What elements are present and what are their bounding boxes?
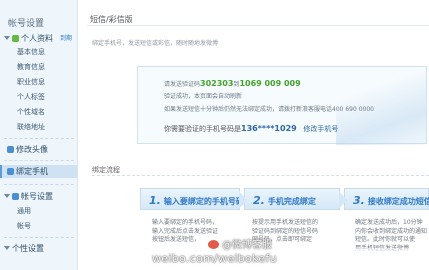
step-3-desc-line: 短信。此时你就可以使: [355, 236, 416, 243]
sidebar-section-personal[interactable]: 个人资料 到期: [2, 33, 76, 45]
step-arrow-icon: [239, 191, 247, 209]
sidebar-item-bind-phone-label: 绑定手机: [16, 167, 48, 176]
watermark-handle: @微博客服: [208, 236, 272, 251]
step-3: 3. 接收绑定成功短信: [344, 188, 429, 210]
sidebar-item-avatar[interactable]: 修改头像: [2, 144, 76, 156]
page-description: 绑定手机号，发送短信或彩信，随时随地发微博: [92, 40, 219, 47]
auto-refresh-note: 验证成功，本页面会自动刷新: [164, 93, 243, 100]
sidebar-item-education[interactable]: 教育信息: [17, 62, 45, 72]
verification-instruction: 请发送验证码302303到1069 009 009: [164, 79, 301, 88]
step-1-text: 输入要绑定的手机号码: [163, 197, 244, 206]
step-1-label: 1. 输入要绑定的手机号码: [149, 194, 244, 207]
sidebar-section-personalize[interactable]: 个性设置: [2, 243, 76, 255]
sidebar-item-domain[interactable]: 个性域名: [17, 107, 45, 117]
help-note: 如果发送短信十分钟后仍然无法绑定成功，请拨打新浪客服电话400 690 0000: [164, 106, 374, 113]
step-3-number: 3.: [353, 194, 365, 207]
step-3-text: 接收绑定成功短信: [367, 197, 429, 206]
phone-number: 136****1029: [241, 124, 297, 133]
sidebar-section-personal-label: 个人资料: [21, 34, 53, 43]
sidebar-divider: [4, 160, 74, 161]
sidebar-item-tags[interactable]: 个人标签: [17, 92, 45, 102]
process-divider: [92, 175, 429, 176]
watermark-url: weibo.com/weibokefu: [152, 252, 277, 265]
weibo-logo-icon: [208, 240, 219, 249]
phone-prefix: 你需要验证的手机号码是: [164, 125, 241, 133]
tab-bar: 短信/彩信版: [87, 12, 429, 26]
step-3-desc-line: 确定发送成功后，10分钟: [355, 219, 423, 226]
phone-verify-line: 你需要验证的手机号码是136****1029 修改手机号: [164, 124, 338, 134]
step-1-number: 1.: [149, 194, 161, 207]
sidebar-divider: [4, 184, 74, 185]
sidebar-item-bind-phone[interactable]: 绑定手机: [2, 166, 76, 178]
step-arrow-icon: [339, 191, 347, 209]
process-steps: 1. 输入要绑定的手机号码 2. 手机完成绑定 3. 接收绑定成功短信: [140, 188, 429, 210]
step-3-label: 3. 接收绑定成功短信: [353, 194, 429, 207]
step-2-text: 手机完成绑定: [267, 197, 316, 206]
sidebar-title: 帐号设置: [8, 19, 45, 29]
sidebar-divider: [4, 237, 74, 238]
status-badge: 到期: [59, 35, 72, 42]
sidebar-item-career[interactable]: 职业信息: [17, 77, 45, 87]
sidebar-item-basic-info[interactable]: 基本信息: [17, 47, 45, 57]
step-2-desc-line: 验证码到绑定的短信号码: [252, 227, 319, 235]
sidebar-item-address[interactable]: 联络地址: [17, 122, 45, 132]
settings-sidebar: 帐号设置 个人资料 到期 基本信息 教育信息 职业信息 个人标签 个性域名 联络…: [0, 0, 78, 270]
sidebar-section-personalize-label: 个性设置: [12, 244, 44, 253]
sidebar-item-general[interactable]: 通用: [17, 206, 31, 216]
collapse-arrow-icon: [4, 194, 10, 198]
step-1: 1. 输入要绑定的手机号码: [140, 188, 247, 210]
step-2: 2. 手机完成绑定: [244, 188, 347, 210]
sidebar-section-account[interactable]: 帐号设置: [2, 191, 76, 203]
step-2-desc-line: 按提示用手机发送短信的: [252, 219, 319, 226]
profile-icon: [12, 35, 19, 42]
step-1-desc-line: 输入完成后点击发送验证: [152, 227, 219, 235]
step-2-number: 2.: [253, 194, 265, 207]
tab-sms-mms[interactable]: 短信/彩信版: [90, 14, 133, 25]
sidebar-section-account-label: 帐号设置: [21, 192, 53, 201]
sms-number: 1069 009 009: [239, 79, 301, 88]
step-1-desc-line: 输入要绑定的手机号码，: [152, 219, 219, 226]
sidebar-divider: [4, 138, 74, 139]
watermark-handle-text: @微博客服: [222, 240, 272, 251]
verification-code: 302303: [200, 79, 234, 88]
step-3-desc-line: 内你会收到绑定成功的通知: [355, 227, 428, 235]
instruction-prefix: 请发送验证码: [164, 81, 201, 88]
verification-box: 请发送验证码302303到1069 009 009 验证成功，本页面会自动刷新 …: [137, 66, 427, 145]
sidebar-item-account[interactable]: 帐号: [17, 221, 31, 231]
collapse-arrow-icon: [4, 36, 10, 40]
modify-phone-link[interactable]: 修改手机号: [303, 125, 338, 133]
step-2-label: 2. 手机完成绑定: [253, 194, 316, 207]
account-icon: [12, 193, 19, 200]
collapse-arrow-icon: [4, 246, 10, 250]
avatar-icon: [7, 146, 14, 153]
process-title: 绑定流程: [92, 166, 120, 174]
sidebar-item-avatar-label: 修改头像: [16, 145, 48, 154]
phone-icon: [7, 168, 14, 175]
